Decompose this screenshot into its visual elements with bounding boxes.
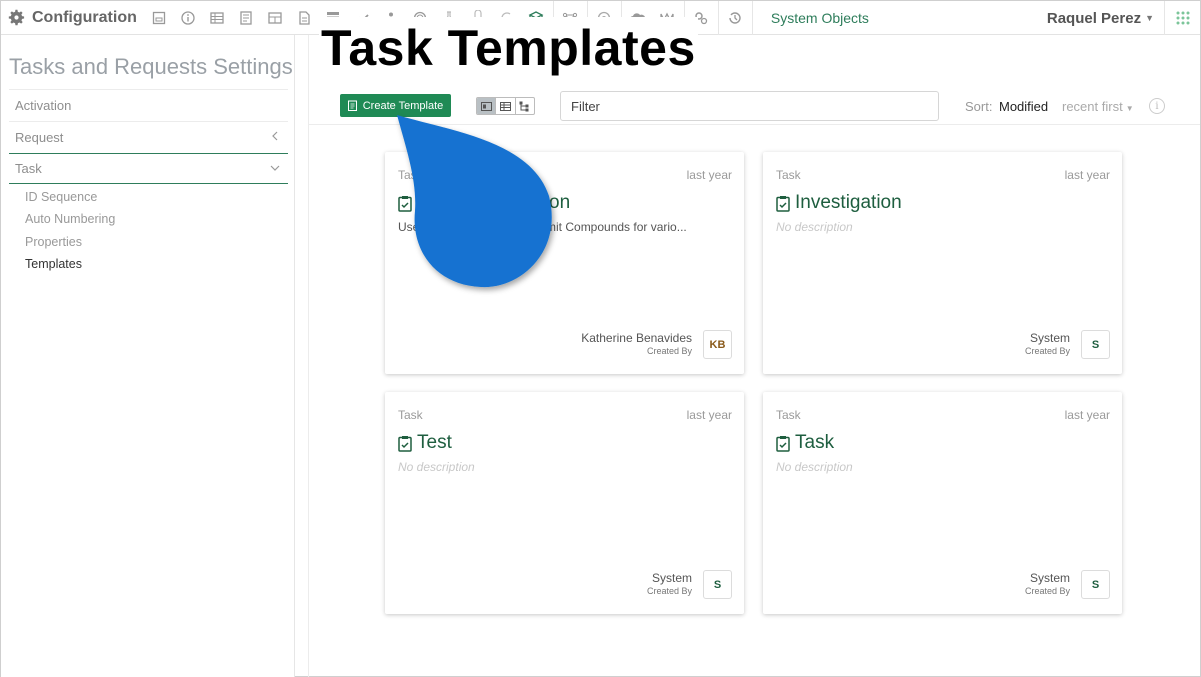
card-title: Task (776, 432, 834, 454)
divider (9, 121, 288, 122)
avatar: S (1081, 330, 1110, 359)
sidebar-subitem-auto-numbering[interactable]: Auto Numbering (25, 212, 115, 226)
settings-sidebar: Tasks and Requests Settings Activation R… (1, 35, 295, 677)
card-title-text: Task (795, 432, 835, 453)
card-time: last year (1064, 168, 1110, 182)
app-title[interactable]: Configuration (1, 1, 137, 35)
card-type: Task (776, 168, 801, 182)
caret-down-icon: ▼ (1125, 104, 1134, 113)
form-icon[interactable] (145, 1, 174, 35)
creator-name: Katherine Benavides (581, 331, 692, 345)
card-creator: Katherine Benavides Created By (581, 331, 692, 356)
divider (9, 89, 288, 90)
template-card[interactable]: Task last year Investigation No descript… (763, 152, 1122, 374)
card-creator: System Created By (647, 571, 692, 596)
file-icon[interactable] (290, 1, 319, 35)
sidebar-title: Tasks and Requests Settings (9, 54, 293, 79)
card-title-text: Investigation (795, 192, 902, 213)
avatar: S (1081, 570, 1110, 599)
card-creator: System Created By (1025, 331, 1070, 356)
apps-grid-button[interactable] (1164, 1, 1200, 35)
sort-direction-label: recent first (1062, 99, 1123, 114)
creator-role: Created By (1024, 346, 1070, 356)
card-description: No description (398, 460, 475, 474)
avatar: KB (703, 330, 732, 359)
clipboard-check-icon (398, 435, 412, 452)
creator-role: Created By (646, 586, 692, 596)
sidebar-subitem-properties[interactable]: Properties (25, 235, 82, 249)
sort-direction-dropdown[interactable]: recent first ▼ (1062, 99, 1134, 114)
user-menu[interactable]: Raquel Perez ▼ (1047, 1, 1154, 35)
caret-down-icon: ▼ (1145, 13, 1154, 23)
card-creator: System Created By (1025, 571, 1070, 596)
history-icon[interactable] (721, 1, 750, 35)
sidebar-item-activation[interactable]: Activation (15, 98, 71, 113)
active-section-line (9, 153, 288, 154)
apps-grid-icon (1176, 11, 1189, 25)
creator-role: Created By (1024, 586, 1070, 596)
creator-name: System (1029, 331, 1070, 345)
card-description: No description (776, 220, 853, 234)
grid-icon[interactable] (261, 1, 290, 35)
creator-name: System (1029, 571, 1070, 585)
system-objects-link[interactable]: System Objects (771, 10, 869, 26)
sidebar-subitem-templates[interactable]: Templates (25, 257, 82, 271)
card-time: last year (1064, 408, 1110, 422)
document-list-icon[interactable] (232, 1, 261, 35)
toolbar-divider (717, 0, 719, 35)
template-card[interactable]: Task last year Task No description Syste… (763, 392, 1122, 614)
app-title-text: Configuration (32, 8, 137, 26)
card-type: Task (398, 408, 423, 422)
panel-gutter (295, 35, 309, 677)
toolbar-divider (751, 0, 753, 35)
card-title-text: Test (417, 432, 452, 453)
template-card[interactable]: Task last year Test No description Syste… (385, 392, 744, 614)
card-title: Investigation (776, 192, 902, 214)
creator-role: Created By (646, 346, 692, 356)
clipboard-check-icon (776, 435, 790, 452)
table-icon[interactable] (203, 1, 232, 35)
card-type: Task (776, 408, 801, 422)
callout-pointer (397, 115, 552, 288)
card-title: Test (398, 432, 452, 454)
sidebar-subitem-id-sequence[interactable]: ID Sequence (25, 190, 97, 204)
chevron-left-icon[interactable] (270, 131, 280, 141)
page-title: Task Templates (319, 17, 698, 79)
active-section-line (9, 183, 288, 184)
card-description: No description (776, 460, 853, 474)
chevron-down-icon[interactable] (270, 163, 280, 173)
card-time: last year (686, 168, 732, 182)
template-icon (347, 100, 357, 111)
gear-icon (8, 9, 25, 26)
info-icon[interactable] (174, 1, 203, 35)
creator-name: System (651, 571, 692, 585)
sidebar-item-task[interactable]: Task (15, 161, 42, 176)
user-name: Raquel Perez (1046, 9, 1142, 27)
sort-field-dropdown[interactable]: Modified (999, 99, 1048, 114)
clipboard-check-icon (776, 195, 790, 212)
sort-label: Sort: (965, 99, 993, 114)
info-icon[interactable]: i (1149, 98, 1165, 114)
card-time: last year (686, 408, 732, 422)
filter-input[interactable] (560, 91, 939, 121)
sidebar-item-request[interactable]: Request (15, 130, 63, 145)
avatar: S (703, 570, 732, 599)
